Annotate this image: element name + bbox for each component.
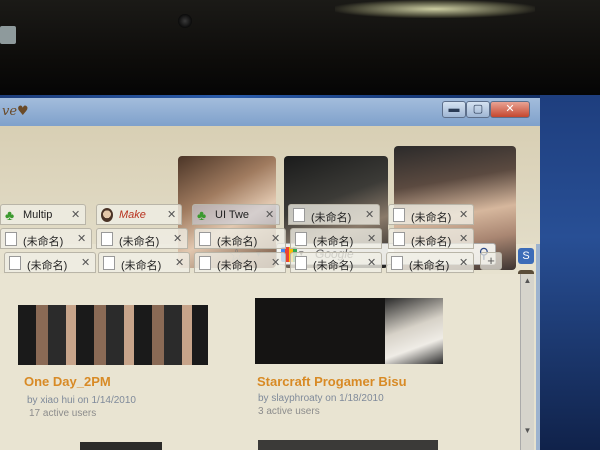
tab[interactable]: (未命名) ✕ [290,228,382,249]
tab[interactable]: ♣ Multip ✕ [0,204,86,225]
close-icon[interactable]: ✕ [459,208,468,221]
close-icon[interactable]: ✕ [175,256,184,269]
page-icon [295,232,307,246]
card-title[interactable]: Starcraft Progamer Bisu [257,374,407,389]
tab-label: (未命名) [409,260,450,272]
page-icon [5,232,17,246]
clover-icon: ♣ [197,207,207,223]
tab[interactable]: (未命名) ✕ [288,204,380,225]
tab[interactable]: ♣ UI Twe ✕ [192,204,280,225]
close-icon[interactable]: ✕ [367,256,376,269]
close-icon[interactable]: ✕ [271,256,280,269]
scroll-up-arrow[interactable]: ▲ [521,274,534,287]
card-meta: by slayphroaty on 1/18/2010 [258,393,384,404]
tab-label: (未命名) [23,236,64,248]
page-icon [199,256,211,270]
tab[interactable]: (未命名) ✕ [194,228,286,249]
page-icon [393,208,405,222]
video-thumbnail[interactable] [18,305,208,365]
bezel-indicator [0,26,16,44]
video-thumbnail[interactable] [255,298,443,364]
tab[interactable]: (未命名) ✕ [388,204,474,225]
active-users: 3 active users [258,406,320,417]
thumbnail-face [385,298,443,364]
new-tab-button[interactable]: + [480,252,502,270]
scrollbar[interactable]: ▲ ▼ [520,274,534,450]
close-icon[interactable]: ✕ [365,208,374,221]
tab-label: (未命名) [119,236,160,248]
page-icon [391,256,403,270]
tab-label: (未命名) [217,260,258,272]
card-title[interactable]: One Day_2PM [24,374,111,389]
close-icon[interactable]: ✕ [167,208,176,221]
close-icon[interactable]: ✕ [71,208,80,221]
page-icon [9,256,21,270]
minimize-button[interactable]: ▬ [442,101,466,118]
theme-header [0,126,540,270]
addon-icon[interactable]: S [518,248,534,264]
theme-logo: ve♥ [2,104,29,119]
tab-label: (未命名) [411,212,452,224]
close-icon[interactable]: ✕ [459,256,468,269]
close-icon[interactable]: ✕ [173,232,182,245]
tab-label: (未命名) [121,260,162,272]
avatar-icon [101,208,113,222]
desktop-edge [540,95,600,450]
tab[interactable]: (未命名) ✕ [98,252,190,273]
screen-glare [335,0,535,18]
page-icon [293,208,305,222]
card-meta: by xiao hui on 1/14/2010 [27,395,136,406]
tab[interactable]: (未命名) ✕ [290,252,382,273]
tab[interactable]: (未命名) ✕ [194,252,286,273]
tab[interactable]: (未命名) ✕ [386,252,474,273]
tab[interactable]: Make ✕ [96,204,182,225]
tab-label: (未命名) [217,236,258,248]
tab[interactable]: (未命名) ✕ [0,228,92,249]
page-icon [199,232,211,246]
page-icon [103,256,115,270]
video-thumbnail[interactable] [258,440,438,450]
scroll-down-arrow[interactable]: ▼ [521,424,534,437]
tab-label: Multip [23,209,53,221]
page-icon [101,232,113,246]
tab[interactable]: (未命名) ✕ [388,228,474,249]
tab-label: (未命名) [27,260,68,272]
close-icon[interactable]: ✕ [81,256,90,269]
page-icon [393,232,405,246]
page-icon [295,256,307,270]
webcam-lens [178,14,192,28]
tab-label: (未命名) [313,236,354,248]
maximize-button[interactable]: ▢ [466,101,490,118]
tab-label: Make [119,209,146,221]
close-icon[interactable]: ✕ [459,232,468,245]
tab-label: (未命名) [313,260,354,272]
clover-icon: ♣ [5,207,15,223]
video-thumbnail[interactable] [80,442,162,450]
tab-label: (未命名) [411,236,452,248]
tab[interactable]: (未命名) ✕ [4,252,96,273]
close-button[interactable]: ✕ [490,101,530,118]
title-bar: ve♥ ▬ ▢ ✕ [0,98,540,126]
active-users: 17 active users [29,408,97,419]
close-icon[interactable]: ✕ [265,208,274,221]
tab-label: (未命名) [311,212,352,224]
close-icon[interactable]: ✕ [77,232,86,245]
close-icon[interactable]: ✕ [271,232,280,245]
tab[interactable]: (未命名) ✕ [96,228,188,249]
close-icon[interactable]: ✕ [367,232,376,245]
tab-label: UI Twe [215,209,250,221]
